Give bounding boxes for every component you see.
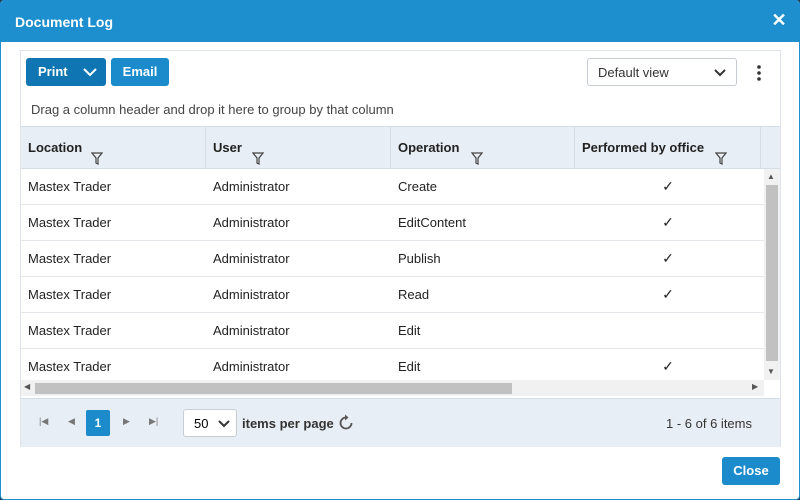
filter-icon[interactable] <box>251 141 265 165</box>
chevron-down-icon <box>82 58 98 96</box>
cell-user: Administrator <box>213 215 290 230</box>
document-log-dialog: Document Log ✕ Print Email Default view <box>0 0 800 500</box>
close-button[interactable]: Close <box>722 457 780 485</box>
cell-location: Mastex Trader <box>28 251 112 266</box>
toolbar: Print Email Default view <box>21 51 780 93</box>
table-row[interactable]: Mastex Trader Administrator Read ✓ <box>21 277 764 313</box>
cell-operation: Read <box>398 287 430 302</box>
cell-location: Mastex Trader <box>28 359 112 374</box>
cell-operation: Edit <box>398 359 421 374</box>
cell-user: Administrator <box>213 179 290 194</box>
first-page-icon[interactable]: |◀ <box>39 416 48 427</box>
check-icon: ✓ <box>662 286 674 302</box>
horizontal-scroll-thumb[interactable] <box>35 383 512 394</box>
cell-user: Administrator <box>213 323 290 338</box>
column-header-label: User <box>213 140 242 155</box>
vertical-dots-icon[interactable] <box>749 63 769 83</box>
cell-operation: EditContent <box>398 215 466 230</box>
items-per-page-label: items per page <box>242 416 334 431</box>
cell-operation: Create <box>398 179 438 194</box>
page-size-select[interactable]: 50 <box>183 409 237 437</box>
pager-summary: 1 - 6 of 6 items <box>666 416 752 431</box>
dialog-titlebar: Document Log ✕ <box>1 1 799 42</box>
check-icon: ✓ <box>662 250 674 266</box>
column-header-label: Performed by office <box>582 140 705 155</box>
scroll-down-icon[interactable]: ▼ <box>767 367 775 376</box>
column-header-operation[interactable]: Operation <box>391 127 575 169</box>
table-row[interactable]: Mastex Trader Administrator Create ✓ <box>21 169 764 205</box>
cell-user: Administrator <box>213 251 290 266</box>
cell-operation: Edit <box>398 323 421 338</box>
column-header-label: Operation <box>398 140 460 155</box>
check-icon: ✓ <box>662 214 674 230</box>
column-header-label: Location <box>28 140 83 155</box>
document-log-grid: Location User Operation Performed by off… <box>21 126 780 396</box>
horizontal-scrollbar[interactable]: ◀ ▶ <box>21 380 764 396</box>
page-number-button[interactable]: 1 <box>86 410 110 436</box>
table-row[interactable]: Mastex Trader Administrator EditContent … <box>21 205 764 241</box>
chevron-down-icon <box>216 413 232 436</box>
grid-header-row: Location User Operation Performed by off… <box>21 126 780 169</box>
table-row[interactable]: Mastex Trader Administrator Edit <box>21 313 764 349</box>
view-select-value: Default view <box>598 65 669 80</box>
column-header-location[interactable]: Location <box>21 127 206 169</box>
cell-location: Mastex Trader <box>28 287 112 302</box>
table-row[interactable]: Mastex Trader Administrator Publish ✓ <box>21 241 764 277</box>
pager: |◀ ◀ 1 ▶ ▶| 50 items per page 1 - 6 of 6… <box>21 398 780 447</box>
last-page-icon[interactable]: ▶| <box>149 416 158 427</box>
cell-user: Administrator <box>213 287 290 302</box>
scroll-right-icon[interactable]: ▶ <box>752 382 758 391</box>
vertical-scroll-thumb[interactable] <box>766 185 778 361</box>
dialog-title: Document Log <box>15 14 113 30</box>
check-icon <box>575 313 761 348</box>
cell-location: Mastex Trader <box>28 215 112 230</box>
cell-operation: Publish <box>398 251 441 266</box>
page-size-value: 50 <box>194 416 209 431</box>
log-panel: Print Email Default view Drag a column h… <box>20 50 781 447</box>
print-button[interactable]: Print <box>26 58 106 86</box>
column-header-user[interactable]: User <box>206 127 391 169</box>
scroll-up-icon[interactable]: ▲ <box>767 172 775 181</box>
close-icon[interactable]: ✕ <box>769 10 789 30</box>
group-by-hint[interactable]: Drag a column header and drop it here to… <box>31 102 394 117</box>
filter-icon[interactable] <box>470 141 484 165</box>
cell-location: Mastex Trader <box>28 179 112 194</box>
email-button[interactable]: Email <box>111 58 169 86</box>
previous-page-icon[interactable]: ◀ <box>68 416 75 427</box>
refresh-icon[interactable] <box>336 413 356 433</box>
cell-location: Mastex Trader <box>28 323 112 338</box>
check-icon: ✓ <box>662 358 674 374</box>
filter-icon[interactable] <box>90 141 104 165</box>
filter-icon[interactable] <box>714 141 728 165</box>
check-icon: ✓ <box>662 178 674 194</box>
column-header-performed-by-office[interactable]: Performed by office <box>575 127 761 169</box>
scroll-left-icon[interactable]: ◀ <box>24 382 30 391</box>
next-page-icon[interactable]: ▶ <box>123 416 130 427</box>
cell-user: Administrator <box>213 359 290 374</box>
print-button-label: Print <box>38 64 68 79</box>
vertical-scrollbar[interactable]: ▲ ▼ <box>764 169 780 380</box>
chevron-down-icon <box>712 63 728 84</box>
view-select[interactable]: Default view <box>587 58 737 86</box>
